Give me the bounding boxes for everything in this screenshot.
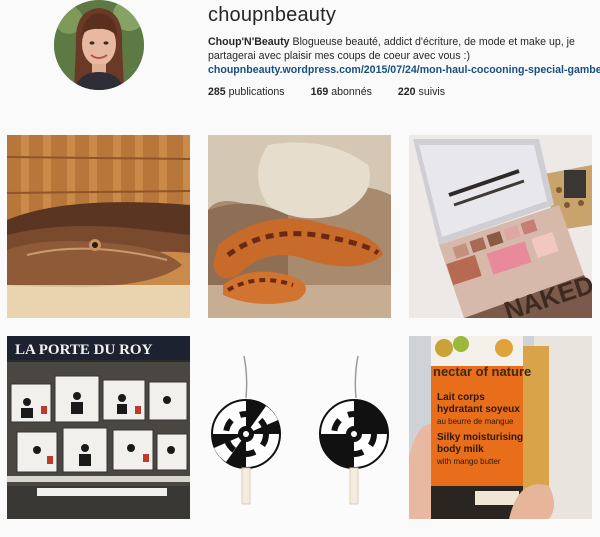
svg-text:au beurre de mangue: au beurre de mangue: [437, 417, 514, 426]
posts-count: 285: [208, 86, 226, 98]
post-tile-snake-bamboo[interactable]: [7, 135, 190, 318]
shop-window-bags-photo-icon: LA PORTE DU ROY: [7, 336, 190, 519]
post-tile-lollipop-earrings[interactable]: [208, 336, 391, 519]
svg-text:hydratant soyeux: hydratant soyeux: [437, 404, 520, 415]
lollipop-earrings-photo-icon: [208, 336, 391, 519]
followers-count: 169: [310, 86, 329, 98]
profile-bio: Choup'N'Beauty Blogueuse beauté, addict …: [208, 35, 598, 63]
svg-text:Silky moisturising: Silky moisturising: [437, 432, 523, 443]
profile-username: choupnbeauty: [208, 4, 337, 26]
following-count: 220: [397, 86, 416, 98]
post-tile-corn-snake[interactable]: [208, 135, 391, 318]
corn-snake-rock-photo-icon: [208, 135, 391, 318]
post-tile-shop-window[interactable]: LA PORTE DU ROY: [7, 336, 190, 519]
body-milk-tube-photo-icon: nectar of nature Lait corps hydratant so…: [409, 336, 592, 519]
svg-text:LA PORTE DU ROY: LA PORTE DU ROY: [15, 342, 153, 358]
profile-website-link[interactable]: choupnbeauty.wordpress.com/2015/07/24/mo…: [208, 64, 600, 76]
profile-full-name: Choup'N'Beauty: [208, 36, 290, 48]
svg-text:nectar of nature: nectar of nature: [433, 364, 531, 379]
following-label: suivis: [418, 86, 446, 98]
svg-text:body milk: body milk: [437, 444, 484, 455]
profile-photo-icon: [54, 0, 144, 90]
profile-avatar[interactable]: [54, 0, 144, 90]
followers-label: abonnés: [331, 86, 372, 98]
eyeshadow-palette-photo-icon: NAKED: [409, 135, 592, 318]
posts-stat: 285 publications: [208, 86, 285, 98]
post-tile-body-milk[interactable]: nectar of nature Lait corps hydratant so…: [409, 336, 592, 519]
posts-label: publications: [228, 86, 285, 98]
following-stat[interactable]: 220 suivis: [398, 86, 445, 98]
post-tile-eyeshadow-palette[interactable]: NAKED: [409, 135, 592, 318]
svg-text:with mango butter: with mango butter: [436, 457, 501, 466]
profile-stats: 285 publications 169 abonnés 220 suivis: [208, 86, 471, 98]
snake-bamboo-photo-icon: [7, 135, 190, 318]
followers-stat[interactable]: 169 abonnés: [311, 86, 372, 98]
svg-text:Lait corps: Lait corps: [437, 392, 485, 403]
